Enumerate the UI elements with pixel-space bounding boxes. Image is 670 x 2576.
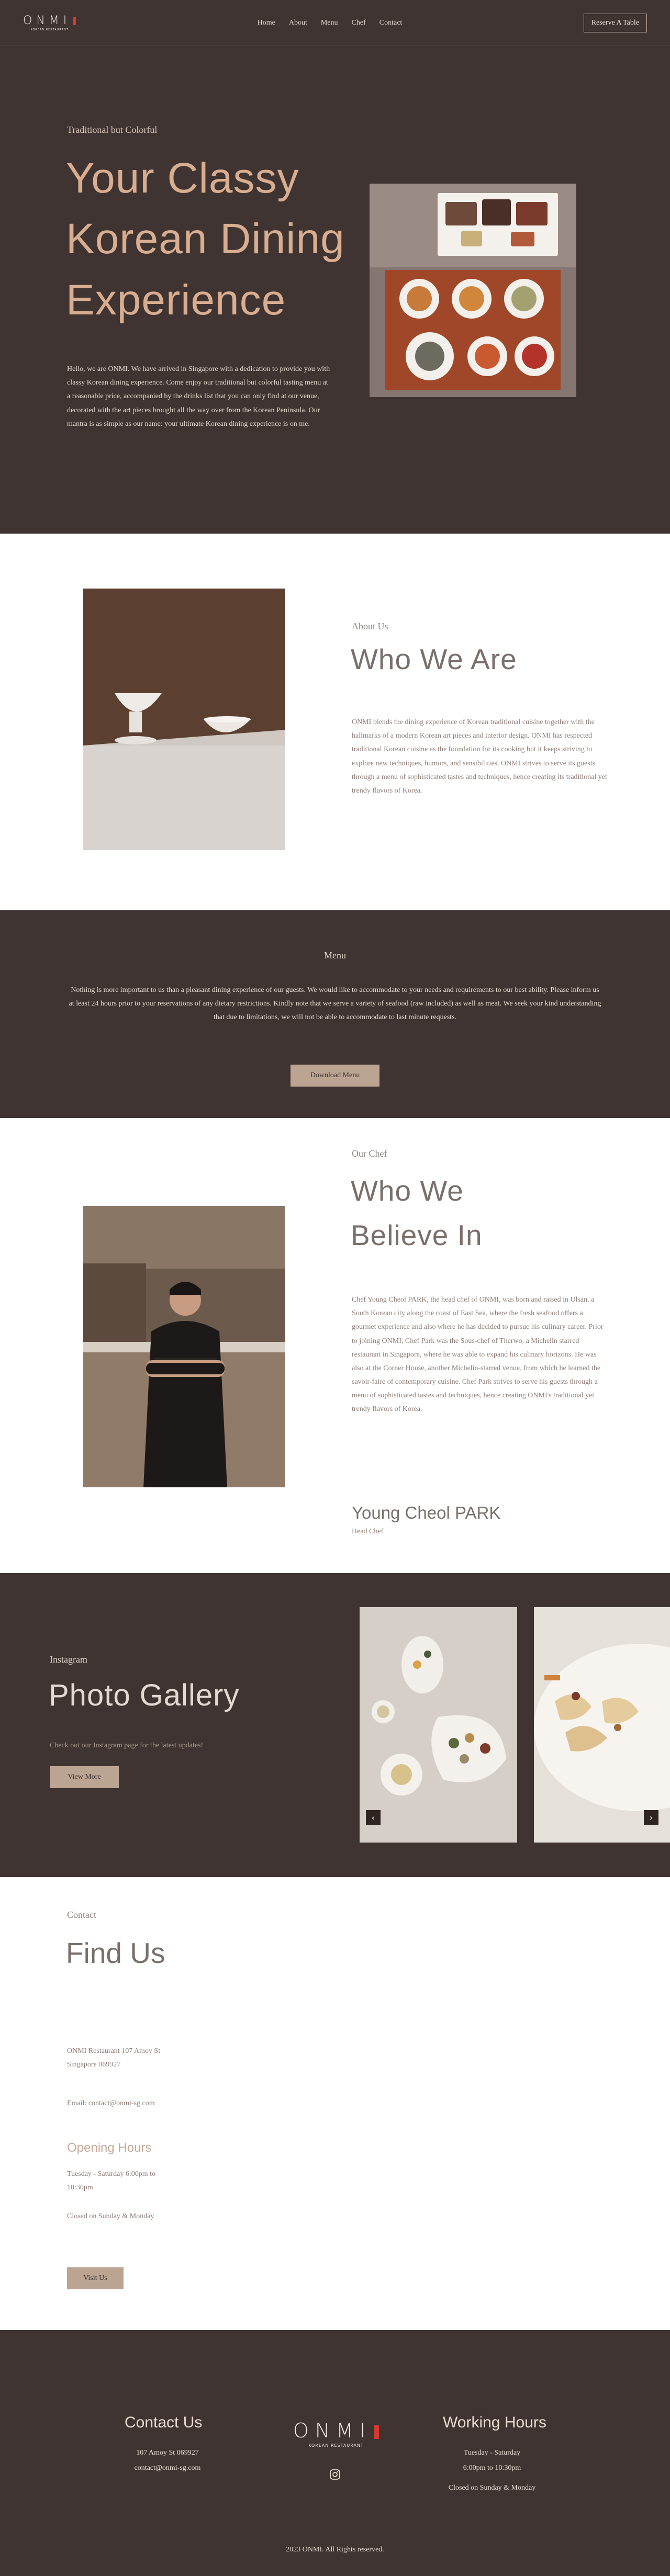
contact-title: Find Us xyxy=(66,1937,165,1969)
contact-section: Contact Find Us ONMI Restaurant 107 Amoy… xyxy=(0,1877,670,2330)
logo-text: ONMI xyxy=(23,14,71,27)
hero-food-image xyxy=(370,184,576,397)
menu-heading: Menu xyxy=(324,950,346,961)
gallery-next-button[interactable]: › xyxy=(644,1810,658,1825)
about-bowls-image xyxy=(83,589,285,850)
about-title: Who We Are xyxy=(351,643,517,675)
view-more-button[interactable]: View More xyxy=(50,1766,119,1788)
footer-email[interactable]: contact@onmi-sg.com xyxy=(115,2460,220,2476)
site-footer: Contact Us 107 Amoy St 069927 contact@on… xyxy=(0,2330,670,2576)
closed-days: Closed on Sunday & Monday xyxy=(67,2212,154,2220)
opening-days: Tuesday - Saturday 6:00pm to 10:30pm xyxy=(67,2170,156,2192)
download-menu-button[interactable]: Download Menu xyxy=(291,1065,379,1087)
gallery-eyebrow: Instagram xyxy=(50,1654,87,1665)
chef-name: Young Cheol PARK xyxy=(352,1503,501,1522)
footer-closed: Closed on Sunday & Monday xyxy=(448,2483,536,2492)
about-eyebrow: About Us xyxy=(352,621,388,631)
nav-link-about[interactable]: About xyxy=(289,19,307,27)
opening-hours-title: Opening Hours xyxy=(67,2141,152,2155)
footer-contact-title: Contact Us xyxy=(125,2414,203,2431)
nav-link-contact[interactable]: Contact xyxy=(379,19,403,27)
footer-logo-subtitle: KOREAN RESTAURANT xyxy=(308,2443,364,2448)
logo-flag-icon xyxy=(374,2425,379,2439)
gallery-image-1[interactable]: ‹ xyxy=(360,1607,517,1843)
site-header: ONMI KOREAN RESTAURANT Home About Menu C… xyxy=(0,0,670,46)
contact-address: ONMI Restaurant 107 Amoy St Singapore 06… xyxy=(67,2047,161,2069)
gallery-title: Photo Gallery xyxy=(49,1678,240,1712)
chef-description: Chef Young Cheol PARK, the head chef of … xyxy=(352,1296,604,1414)
logo-subtitle: KOREAN RESTAURANT xyxy=(30,28,69,31)
menu-section: Menu Nothing is more important to us tha… xyxy=(0,910,670,1118)
menu-description: Nothing is more important to us than a p… xyxy=(69,986,601,1022)
visit-us-button[interactable]: Visit Us xyxy=(67,2267,124,2289)
chef-eyebrow: Our Chef xyxy=(352,1148,387,1159)
chef-role: Head Chef xyxy=(352,1528,384,1535)
footer-hours-title: Working Hours xyxy=(443,2414,546,2431)
contact-email[interactable]: Email: contact@onmi-sg.com xyxy=(67,2097,166,2110)
nav-link-chef[interactable]: Chef xyxy=(352,19,366,27)
footer-days: Tuesday - Saturday xyxy=(463,2449,521,2457)
gallery-prev-button[interactable]: ‹ xyxy=(366,1810,381,1825)
hero-eyebrow: Traditional but Colorful xyxy=(67,125,158,135)
chef-title: Who We Believe In xyxy=(351,1174,483,1252)
footer-logo-text: ONMI xyxy=(293,2419,372,2442)
reserve-table-button[interactable]: Reserve A Table xyxy=(583,13,647,32)
chevron-left-icon: ‹ xyxy=(371,1812,375,1823)
main-nav: Home About Menu Chef Contact xyxy=(258,19,403,27)
about-description: ONMI blends the dining experience of Kor… xyxy=(352,718,607,795)
gallery-image-2[interactable]: › xyxy=(534,1607,670,1843)
nav-link-home[interactable]: Home xyxy=(258,19,275,27)
footer-time: 6:00pm to 10:30pm xyxy=(463,2464,521,2472)
site-logo[interactable]: ONMI KOREAN RESTAURANT xyxy=(23,14,76,31)
hero-title: Your Classy Korean Dining Experience xyxy=(66,154,345,324)
chef-section: Our Chef Who We Believe In Chef Young Ch… xyxy=(0,1118,670,1573)
nav-link-menu[interactable]: Menu xyxy=(321,19,338,27)
hero-description: Hello, we are ONMI. We have arrived in S… xyxy=(67,365,330,428)
chevron-right-icon: › xyxy=(649,1812,653,1823)
gallery-section: Instagram Photo Gallery Check out our In… xyxy=(0,1573,670,1877)
about-section: About Us Who We Are ONMI blends the dini… xyxy=(0,534,670,910)
footer-address: 107 Amoy St 069927 xyxy=(136,2449,199,2457)
gallery-subtitle: Check out our Instagram page for the lat… xyxy=(50,1742,204,1749)
logo-flag-icon xyxy=(73,17,76,25)
contact-eyebrow: Contact xyxy=(67,1910,96,1920)
copyright: 2023 ONMI. All Rights reserved. xyxy=(286,2546,384,2554)
hero-section: Traditional but Colorful Your Classy Kor… xyxy=(0,46,670,534)
footer-logo[interactable]: ONMI KOREAN RESTAURANT xyxy=(286,2419,386,2448)
instagram-icon[interactable] xyxy=(329,2468,341,2481)
chef-photo xyxy=(83,1206,285,1487)
